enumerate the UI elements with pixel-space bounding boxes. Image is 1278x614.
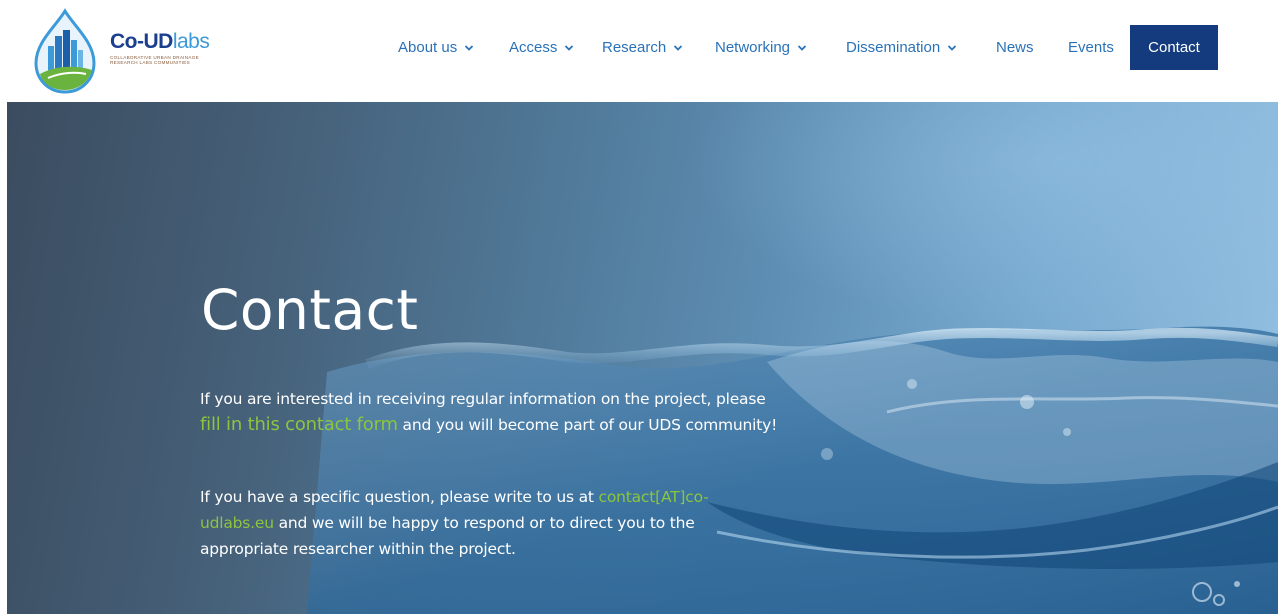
nav-item-about-us[interactable]: About us [398, 25, 509, 70]
chevron-down-icon [948, 44, 957, 51]
page-title: Contact [201, 278, 419, 342]
logo-title-prefix: Co-UD [110, 29, 173, 53]
nav-item-label: Access [509, 39, 558, 56]
nav-item-access[interactable]: Access [509, 25, 602, 70]
nav-item-events[interactable]: Events [1068, 25, 1130, 70]
chevron-down-icon [674, 44, 683, 51]
site-header: Co-UDlabs Collaborative Urban Drainage R… [0, 0, 1278, 102]
logo-subtitle: Collaborative Urban Drainage Research La… [110, 54, 199, 65]
hero-text: and you will become part of our UDS comm… [397, 416, 778, 434]
hero-text: If you are interested in receiving regul… [200, 390, 766, 408]
hero-text: If you have a specific question, please … [200, 488, 599, 506]
hero-text: and we will be happy to respond or to di… [200, 514, 695, 558]
nav-item-news[interactable]: News [996, 25, 1068, 70]
chevron-down-icon [565, 44, 574, 51]
chevron-down-icon [465, 44, 474, 51]
main-nav: About us Access Research Networking Diss… [398, 25, 1218, 70]
chevron-down-icon [797, 44, 807, 51]
drop-city-logo-icon [34, 8, 96, 94]
site-logo[interactable]: Co-UDlabs Collaborative Urban Drainage R… [28, 8, 233, 94]
hero-paragraph-newsletter: If you are interested in receiving regul… [200, 386, 780, 438]
logo-title: Co-UDlabs [110, 29, 230, 53]
nav-item-label: Events [1068, 39, 1114, 56]
hero-paragraph-question: If you have a specific question, please … [200, 484, 780, 562]
nav-item-label: News [996, 39, 1034, 56]
nav-item-networking[interactable]: Networking [715, 25, 846, 70]
nav-item-contact[interactable]: Contact [1130, 25, 1218, 70]
nav-item-dissemination[interactable]: Dissemination [846, 25, 996, 70]
logo-title-suffix: labs [172, 29, 210, 53]
logo-text: Co-UDlabs Collaborative Urban Drainage R… [110, 29, 230, 66]
nav-item-label: Research [602, 39, 667, 56]
contact-form-link[interactable]: fill in this contact form [200, 414, 398, 435]
nav-item-research[interactable]: Research [602, 25, 715, 70]
nav-item-label: Networking [715, 39, 791, 56]
nav-item-label: Dissemination [846, 39, 941, 56]
nav-item-label: About us [398, 39, 458, 56]
hero-banner: Contact If you are interested in receivi… [7, 102, 1278, 614]
nav-item-label: Contact [1148, 39, 1200, 56]
